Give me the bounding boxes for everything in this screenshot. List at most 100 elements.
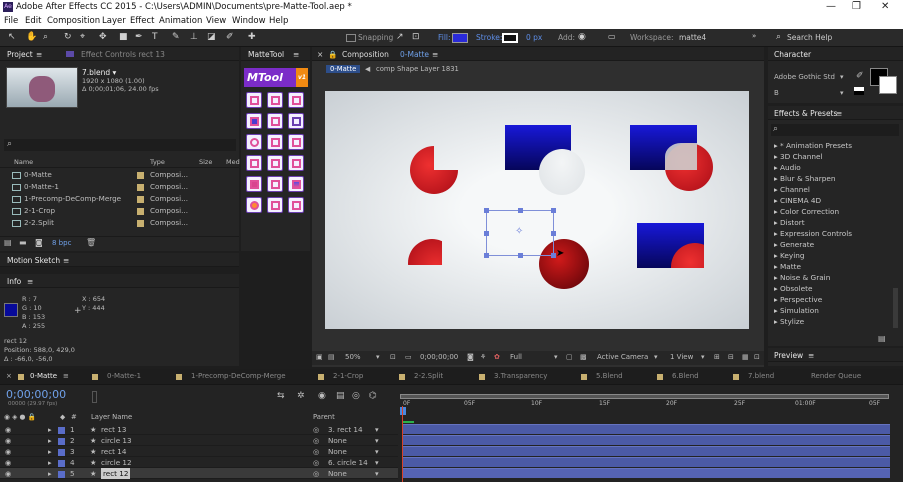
parent-select[interactable]: 6. circle 14 [328,457,368,468]
zoom-dropdown-icon[interactable]: ▾ [376,353,380,361]
eraser-tool-icon[interactable]: ◪ [207,32,216,42]
layer-row-selected[interactable]: ◉ ▸ 5 ★ rect 12 ◎ None ▾ [0,468,398,479]
resolution-select[interactable]: Full [510,353,522,361]
effects-menu-icon[interactable]: ≡ [836,109,842,118]
tl-tab-0-matte[interactable]: 0-Matte [30,372,57,380]
tab-composition-label[interactable]: Composition [342,50,389,59]
label-swatch[interactable] [137,220,144,227]
visibility-eye-icon[interactable]: ◉ [5,424,11,435]
style-dropdown-icon[interactable]: ▾ [840,89,844,97]
tab-project[interactable]: Project [7,50,33,59]
col-name[interactable]: Name [14,158,33,166]
fx-channel[interactable]: ▸ Channel [774,185,810,194]
fx-blur-sharpen[interactable]: ▸ Blur & Sharpen [774,174,835,183]
fx-generate[interactable]: ▸ Generate [774,240,814,249]
effects-scrollbar[interactable] [893,288,898,328]
type-tool-icon[interactable]: T [152,32,158,42]
label-swatch[interactable] [137,172,144,179]
col-med[interactable]: Med [226,158,240,166]
expand-twirl-icon[interactable]: ▸ [48,435,52,446]
parent-select[interactable]: None [328,468,347,479]
mt-arrow-out-button[interactable] [288,134,304,150]
font-style-select[interactable]: B [774,89,779,97]
new-folder-icon[interactable]: ▬ [19,238,27,247]
interpret-footage-icon[interactable]: ▤ [4,238,12,247]
mt-outer-button[interactable] [267,113,283,129]
layer-duration-bar[interactable] [402,457,890,467]
zoom-tool-icon[interactable]: ⌕ [43,32,48,42]
layer-row[interactable]: ◉ ▸ 1 ★ rect 13 ◎ 3. rect 14 ▾ [0,424,398,435]
mt-stack-button[interactable] [267,197,283,213]
rectangle-tool-icon[interactable]: ■ [119,32,128,42]
layer-label-color[interactable] [58,459,65,467]
list-item[interactable]: 1-Precomp-DeComp-Merge Composi... [0,193,239,205]
tl-tab-7-blend[interactable]: 7.blend [748,372,774,380]
preview-menu-icon[interactable]: ≡ [808,351,814,360]
tl-tab-split[interactable]: 2-2.Split [414,372,443,380]
close-button[interactable]: ✕ [881,1,889,12]
timeline-timecode[interactable]: 0;00;00;00 [6,388,66,401]
mattetool-menu-icon[interactable]: ≡ [293,50,299,59]
label-swatch[interactable] [137,208,144,215]
mt-cup-button[interactable] [288,197,304,213]
layer-row[interactable]: ◉ ▸ 2 ★ circle 13 ◎ None ▾ [0,435,398,446]
parent-dropdown-icon[interactable]: ▾ [375,446,379,457]
font-family-select[interactable]: Adobe Gothic Std [774,73,835,81]
fx-keying[interactable]: ▸ Keying [774,251,805,260]
breadcrumb-next[interactable]: comp Shape Layer 1831 [376,65,459,73]
selection-tool-icon[interactable]: ↖ [8,32,16,42]
menu-animation[interactable]: Animation [159,16,202,26]
layer-row[interactable]: ◉ ▸ 4 ★ circle 12 ◎ 6. circle 14 ▾ [0,457,398,468]
view-dropdown-icon[interactable]: ▾ [701,353,705,361]
layer-duration-bar[interactable] [402,446,890,456]
layer-duration-bar[interactable] [402,468,890,478]
tab-character[interactable]: Character [774,50,811,59]
toggle-pixel-icon[interactable]: ⊞ [714,353,720,361]
list-item[interactable]: 0-Matte-1 Composi... [0,181,239,193]
expand-twirl-icon[interactable]: ▸ [48,424,52,435]
handle[interactable] [518,208,523,213]
snap-icon[interactable]: ↗ [396,32,404,42]
grid-icon[interactable]: ⊡ [390,353,396,361]
bpc-button[interactable]: 8 bpc [52,239,71,247]
frame-blending-icon[interactable]: ▤ [336,391,345,401]
timeline-search-input[interactable] [92,391,97,403]
mt-gradient-button[interactable] [288,176,304,192]
transparency-grid-icon[interactable]: ▩ [580,353,587,361]
resolution-icon[interactable]: ▤ [328,353,335,361]
workspace-icon[interactable]: ▭ [608,32,616,41]
lock-icon[interactable]: 🔒 [328,50,337,59]
anchor-point-icon[interactable]: ✧ [515,226,523,237]
handle[interactable] [551,231,556,236]
mt-planet-button[interactable] [246,197,262,213]
pickwhip-icon[interactable]: ◎ [313,446,319,457]
eyedropper-icon[interactable]: ✐ [856,71,864,81]
mt-intersect-button[interactable] [267,92,283,108]
minimize-button[interactable]: — [826,1,836,12]
fx-stylize[interactable]: ▸ Stylize [774,317,804,326]
time-ruler[interactable]: 0F 05F 10F 15F 20F 25F 01:00F 05F [400,392,890,420]
layer-duration-bar[interactable] [402,424,890,434]
timeline-icon[interactable]: ▦ [742,353,749,361]
tl-tab-transparency[interactable]: 3.Transparency [494,372,547,380]
label-swatch[interactable] [137,184,144,191]
resolution-dropdown-icon[interactable]: ▾ [554,353,558,361]
layer-name[interactable]: rect 14 [101,446,126,457]
roto-brush-tool-icon[interactable]: ✐ [226,32,234,42]
pickwhip-icon[interactable]: ◎ [313,468,319,479]
quarter-circle-shape[interactable] [408,239,442,265]
effects-search-input[interactable]: ⌕ [771,124,899,136]
fx-perspective[interactable]: ▸ Perspective [774,295,822,304]
tl-tab-6-blend[interactable]: 6.Blend [672,372,699,380]
mt-character-button[interactable] [246,176,262,192]
parent-select[interactable]: None [328,435,347,446]
tab-preview[interactable]: Preview [774,351,803,360]
tl-tab-render-queue[interactable]: Render Queue [811,372,861,380]
draft-3d-icon[interactable]: ✲ [297,391,305,401]
list-item[interactable]: 2-2.Split Composi... [0,217,239,229]
circle-shape[interactable] [410,146,458,194]
breadcrumb-active[interactable]: 0-Matte [326,65,361,73]
graph-editor-icon[interactable]: ⌬ [369,391,377,401]
tab-effects-presets[interactable]: Effects & Presets [774,109,837,118]
stroke-swatch[interactable] [502,33,518,43]
